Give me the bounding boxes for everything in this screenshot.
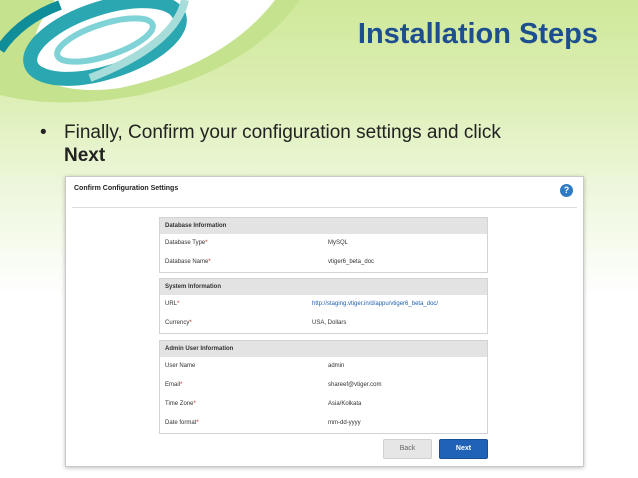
required-marker: * — [189, 320, 192, 326]
row-label: Database Name* — [165, 259, 211, 265]
bullet-text: Finally, Confirm your configuration sett… — [64, 122, 501, 143]
required-marker: * — [180, 382, 183, 388]
system-information-section: System Information URL* http://staging.v… — [159, 278, 488, 334]
bullet-text-block: Finally, Confirm your configuration sett… — [64, 121, 604, 167]
required-marker: * — [193, 401, 196, 407]
bullet-strong-text: Next — [64, 145, 106, 166]
row-label: User Name — [165, 363, 196, 369]
row-label: Currency* — [165, 320, 192, 326]
row-value: admin — [328, 363, 345, 369]
row-value: Asia/Kolkata — [328, 401, 362, 407]
row-label: Email* — [165, 382, 183, 388]
admin-user-information-section: Admin User Information User Name admin E… — [159, 340, 488, 434]
panel-title: Confirm Configuration Settings — [74, 185, 179, 192]
email-row: Email* shareef@vtiger.com — [160, 376, 487, 395]
database-type-row: Database Type* MySQL — [160, 234, 487, 253]
row-value: USA, Dollars — [312, 320, 347, 326]
required-marker: * — [208, 259, 211, 265]
row-value: mm-dd-yyyy — [328, 420, 361, 426]
database-information-section: Database Information Database Type* MySQ… — [159, 217, 488, 273]
panel-divider — [72, 207, 577, 208]
currency-row: Currency* USA, Dollars — [160, 314, 487, 333]
url-link[interactable]: http://staging.vtiger.in/d/appu/vtiger6_… — [312, 301, 438, 307]
row-label: Database Type* — [165, 240, 208, 246]
row-value: vtiger6_beta_doc — [328, 259, 375, 265]
row-value: MySQL — [328, 240, 349, 246]
section-heading: System Information — [160, 279, 487, 295]
slide-title: Installation Steps — [357, 18, 598, 50]
required-marker: * — [196, 420, 199, 426]
user-name-row: User Name admin — [160, 357, 487, 376]
row-value: shareef@vtiger.com — [328, 382, 382, 388]
section-heading: Admin User Information — [160, 341, 487, 357]
section-heading: Database Information — [160, 218, 487, 234]
required-marker: * — [177, 301, 180, 307]
confirm-settings-panel: Confirm Configuration Settings ? Databas… — [65, 176, 584, 467]
date-format-row: Date format* mm-dd-yyyy — [160, 414, 487, 433]
required-marker: * — [205, 240, 208, 246]
bullet-icon: • — [40, 122, 47, 143]
row-label: Time Zone* — [165, 401, 196, 407]
next-button[interactable]: Next — [439, 439, 488, 459]
row-label: Date format* — [165, 420, 199, 426]
url-row: URL* http://staging.vtiger.in/d/appu/vti… — [160, 295, 487, 314]
help-icon[interactable]: ? — [560, 184, 573, 197]
row-label: URL* — [165, 301, 180, 307]
back-button[interactable]: Back — [383, 439, 432, 459]
time-zone-row: Time Zone* Asia/Kolkata — [160, 395, 487, 414]
database-name-row: Database Name* vtiger6_beta_doc — [160, 253, 487, 272]
